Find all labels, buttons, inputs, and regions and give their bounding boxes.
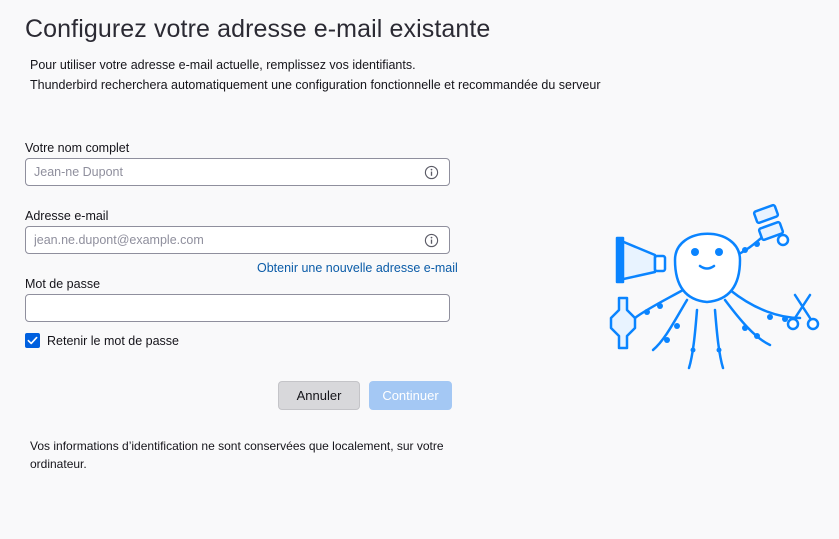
email-label: Adresse e-mail bbox=[25, 209, 109, 223]
cancel-button[interactable]: Annuler bbox=[278, 381, 360, 410]
continue-button[interactable]: Continuer bbox=[369, 381, 452, 410]
remember-password-row[interactable]: Retenir le mot de passe bbox=[25, 333, 179, 348]
intro-text: Pour utiliser votre adresse e-mail actue… bbox=[30, 55, 600, 95]
new-address-link[interactable]: Obtenir une nouvelle adresse e-mail bbox=[257, 261, 458, 275]
thunderbird-octopus-illustration bbox=[609, 203, 820, 370]
intro-line-1: Pour utiliser votre adresse e-mail actue… bbox=[30, 58, 416, 72]
full-name-label: Votre nom complet bbox=[25, 141, 130, 155]
password-label: Mot de passe bbox=[25, 277, 101, 291]
remember-password-label[interactable]: Retenir le mot de passe bbox=[47, 334, 179, 348]
email-input[interactable] bbox=[26, 227, 449, 253]
intro-line-2: Thunderbird recherchera automatiquement … bbox=[30, 78, 601, 92]
page-title: Configurez votre adresse e-mail existant… bbox=[25, 15, 491, 43]
full-name-input[interactable] bbox=[26, 159, 449, 185]
password-field-box bbox=[25, 294, 450, 322]
account-setup-page: Configurez votre adresse e-mail existant… bbox=[0, 0, 839, 539]
full-name-field-box bbox=[25, 158, 450, 186]
password-input[interactable] bbox=[26, 295, 449, 321]
privacy-note: Vos informations d’identification ne son… bbox=[30, 439, 444, 471]
info-icon[interactable] bbox=[424, 165, 439, 180]
email-field-box bbox=[25, 226, 450, 254]
info-icon[interactable] bbox=[424, 233, 439, 248]
remember-password-checkbox[interactable] bbox=[25, 333, 40, 348]
checkmark-icon bbox=[27, 336, 38, 345]
